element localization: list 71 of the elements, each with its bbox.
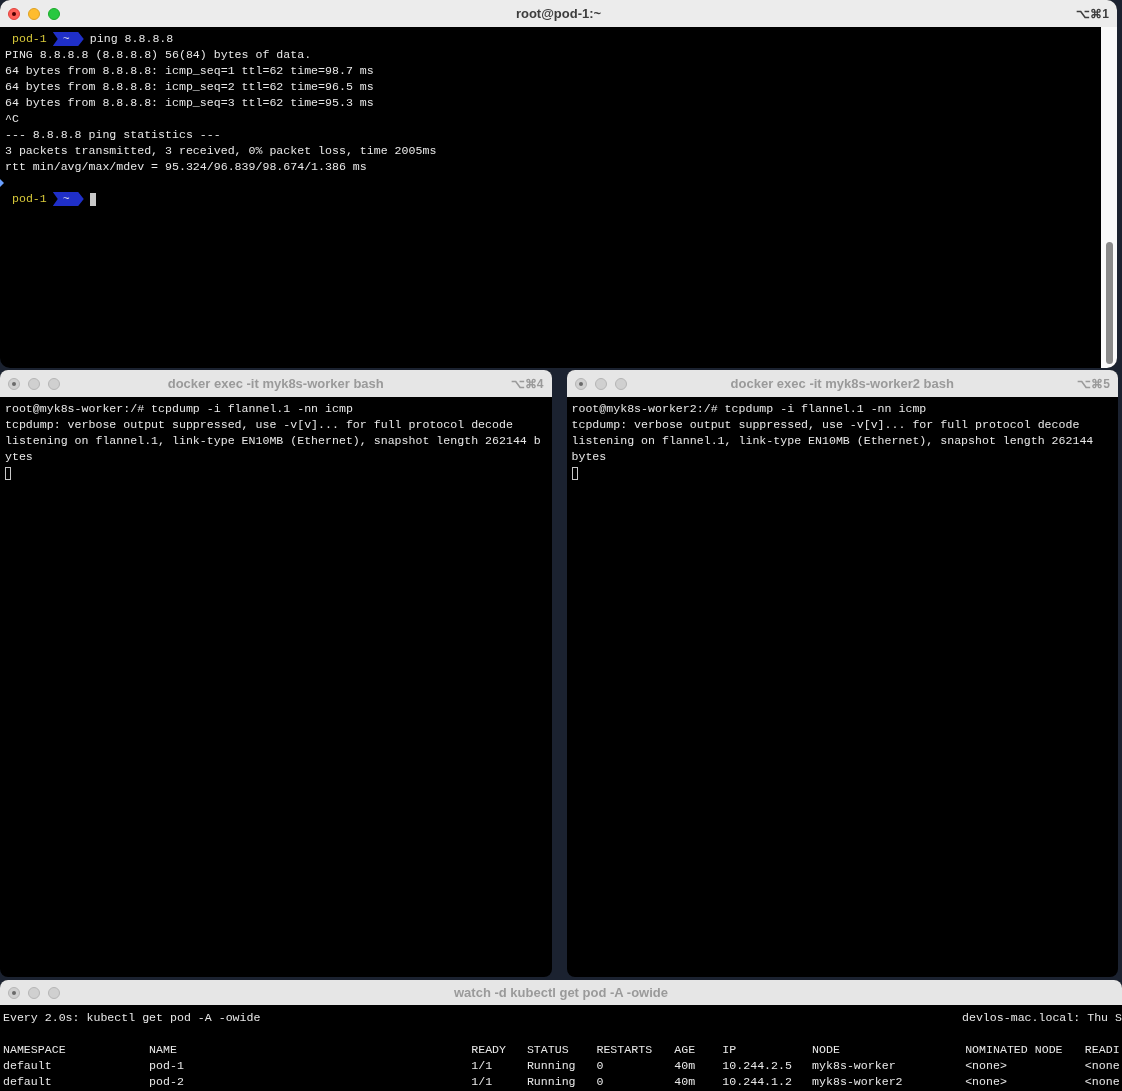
table-cell-text: Running xyxy=(526,1058,577,1074)
column-header: NAMESPACE xyxy=(3,1042,67,1058)
table-cell-text: 10.244.1.2 xyxy=(722,1074,793,1090)
minimize-button[interactable] xyxy=(28,7,40,20)
table-cell-text: default xyxy=(3,1074,53,1090)
terminal-line: Every 2.0s: kubectl get pod -A -owide xyxy=(3,1010,261,1026)
minimize-button[interactable] xyxy=(594,377,607,390)
terminal-line: listening on flannel.1, link-type EN10MB (Ethernet), snapshot length 262144 xyxy=(571,433,1094,449)
table-cell-text: myk8s-worker2 xyxy=(812,1074,904,1090)
table-cell-text: <none xyxy=(1084,1074,1121,1090)
table-cell-text: 0 xyxy=(596,1058,605,1074)
terminal-line: rtt min/avg/max/mdev = 95.324/96.839/98.674/1.386 ms xyxy=(5,159,367,175)
minimize-button[interactable] xyxy=(28,986,40,999)
column-header: NOMINATED NODE xyxy=(965,1042,1064,1058)
terminal-line: tcpdump: verbose output suppressed, use -v[v]... for full protocol decode xyxy=(5,417,513,433)
zoom-button[interactable] xyxy=(614,377,627,390)
column-header: IP xyxy=(722,1042,738,1058)
window-title: root@pod-1:~ xyxy=(514,6,603,21)
terminal-line: ytes xyxy=(5,449,33,465)
table-cell-text: 40m xyxy=(674,1058,697,1074)
zoom-button[interactable] xyxy=(48,986,60,999)
table-cell-text: 40m xyxy=(674,1074,697,1090)
prompt-host: pod-1 xyxy=(11,191,48,207)
terminal-line: 64 bytes from 8.8.8.8: icmp_seq=1 ttl=62 time=98.7 ms xyxy=(5,63,374,79)
scrollbar[interactable] xyxy=(1101,27,1117,368)
column-header: NODE xyxy=(812,1042,841,1058)
minimize-button[interactable] xyxy=(28,377,40,390)
table-cell-text: pod-1 xyxy=(149,1058,185,1074)
table-cell-text: 1/1 xyxy=(471,1074,494,1090)
prompt-directory: ~ xyxy=(52,32,84,46)
table-cell-text: default xyxy=(3,1058,53,1074)
shortcut-label: ⌥⌘4 xyxy=(509,376,544,391)
shortcut-label: ⌥⌘5 xyxy=(1076,376,1110,391)
terminal-line: --- 8.8.8.8 ping statistics --- xyxy=(5,127,221,143)
terminal-line: tcpdump: verbose output suppressed, use -v[v]... for full protocol decode xyxy=(571,417,1080,433)
table-cell-text: <none xyxy=(1084,1058,1121,1074)
terminal-line: root@myk8s-worker2:/# tcpdump -i flannel.1 -nn icmp xyxy=(571,401,927,417)
terminal-line: 3 packets transmitted, 3 received, 0% packet loss, time 2005ms xyxy=(5,143,437,159)
close-button[interactable] xyxy=(8,7,20,20)
table-cell-text: 1/1 xyxy=(471,1058,494,1074)
table-cell-text: Running xyxy=(526,1074,577,1090)
window-title: docker exec -it myk8s-worker bash xyxy=(166,376,385,391)
terminal-line: 64 bytes from 8.8.8.8: icmp_seq=3 ttl=62 time=95.3 ms xyxy=(5,95,374,111)
shortcut-label: ⌥⌘1 xyxy=(1075,6,1109,21)
window-title: docker exec -it myk8s-worker2 bash xyxy=(729,376,955,391)
table-cell-text: <none> xyxy=(965,1074,1008,1090)
window-title: watch -d kubectl get pod -A -owide xyxy=(453,985,669,1000)
terminal-line: 64 bytes from 8.8.8.8: icmp_seq=2 ttl=62 time=96.5 ms xyxy=(5,79,374,95)
table-cell-text: <none> xyxy=(965,1058,1008,1074)
prompt-marker-icon xyxy=(0,179,4,187)
terminal-line: ^C xyxy=(5,111,19,127)
prompt-directory: ~ xyxy=(52,192,84,206)
table-cell-text: 10.244.2.5 xyxy=(722,1058,793,1074)
column-header: READI xyxy=(1084,1042,1121,1058)
column-header: AGE xyxy=(674,1042,697,1058)
column-header: STATUS xyxy=(526,1042,570,1058)
terminal-line: listening on flannel.1, link-type EN10MB (Ethernet), snapshot length 262144 b xyxy=(5,433,541,449)
terminal-line: devlos-mac.local: Thu S xyxy=(961,1010,1122,1026)
zoom-button[interactable] xyxy=(48,377,60,390)
terminal-line: ping 8.8.8.8 xyxy=(89,31,174,47)
terminal-line: bytes xyxy=(571,449,607,465)
zoom-button[interactable] xyxy=(48,7,60,20)
table-cell-text: myk8s-worker xyxy=(812,1058,897,1074)
column-header: RESTARTS xyxy=(596,1042,654,1058)
table-cell-text: 0 xyxy=(596,1074,605,1090)
column-header: NAME xyxy=(149,1042,178,1058)
terminal-line: root@myk8s-worker:/# tcpdump -i flannel.1 -nn icmp xyxy=(5,401,353,417)
column-header: READY xyxy=(471,1042,507,1058)
terminal-line: PING 8.8.8.8 (8.8.8.8) 56(84) bytes of data. xyxy=(5,47,312,63)
table-cell-text: pod-2 xyxy=(149,1074,185,1090)
prompt-host: pod-1 xyxy=(11,31,48,47)
